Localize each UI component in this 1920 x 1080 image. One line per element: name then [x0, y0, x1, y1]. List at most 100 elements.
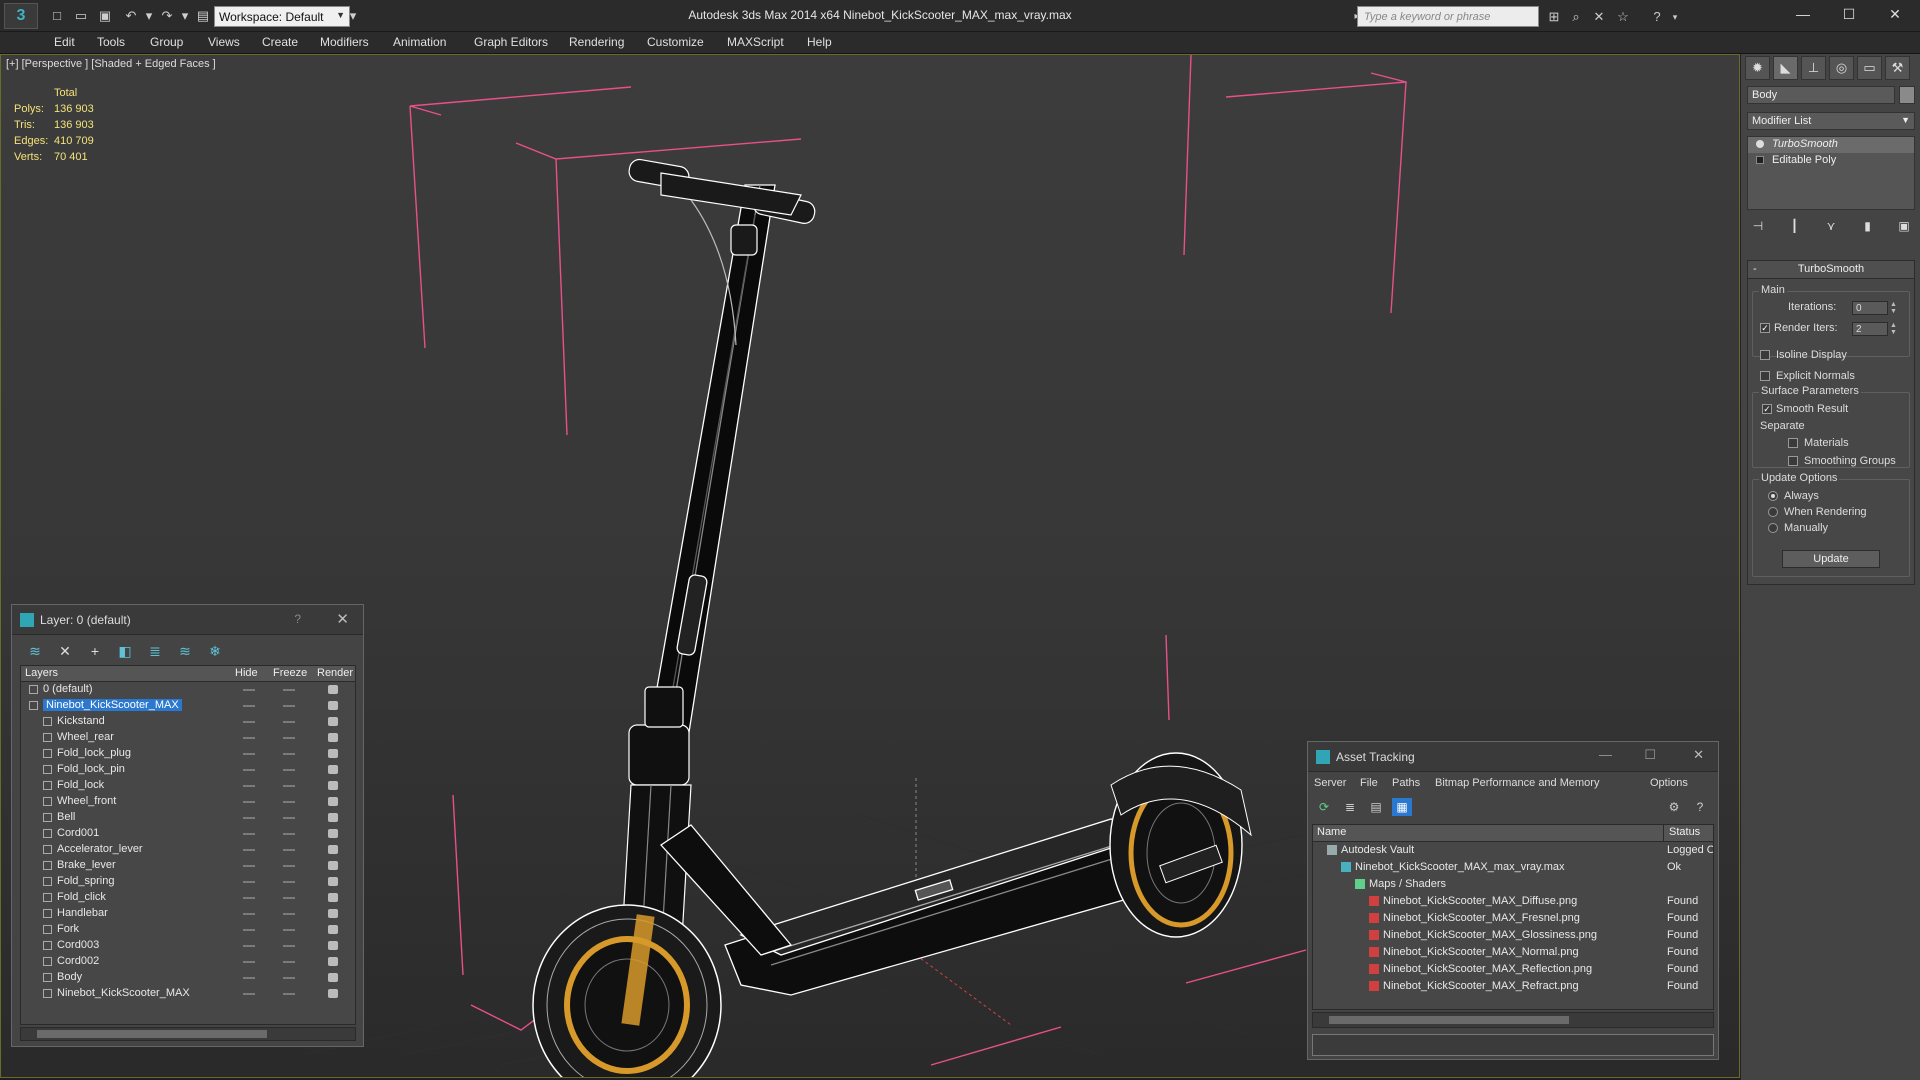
freeze-toggle[interactable]: [283, 689, 295, 691]
menu-graph-editors[interactable]: Graph Editors: [474, 35, 548, 49]
hide-toggle[interactable]: [243, 785, 255, 787]
hide-toggle[interactable]: [243, 881, 255, 883]
asset-menu-paths[interactable]: Paths: [1392, 777, 1420, 789]
render-toggle-icon[interactable]: [328, 733, 338, 742]
pin-stack-icon[interactable]: ⊣: [1747, 216, 1769, 236]
asset-row[interactable]: Ninebot_KickScooter_MAX_Reflection.png Fo…: [1313, 961, 1713, 978]
asset-row[interactable]: Ninebot_KickScooter_MAX_Fresnel.png Found: [1313, 910, 1713, 927]
expand-icon[interactable]: [1756, 156, 1764, 164]
freeze-toggle[interactable]: [283, 881, 295, 883]
render-iters-checkbox[interactable]: ✓: [1760, 323, 1770, 333]
layer-row[interactable]: Fork: [21, 922, 355, 938]
open-file-icon[interactable]: ▭: [72, 7, 90, 25]
isoline-display-checkbox[interactable]: [1760, 350, 1770, 360]
configure-modifier-sets-icon[interactable]: ▣: [1893, 216, 1915, 236]
asset-row[interactable]: Ninebot_KickScooter_MAX_max_vray.max Ok: [1313, 859, 1713, 876]
layer-row[interactable]: Handlebar: [21, 906, 355, 922]
freeze-toggle[interactable]: [283, 929, 295, 931]
manually-radio[interactable]: [1768, 523, 1778, 533]
column-render[interactable]: Render: [317, 667, 353, 679]
layer-row[interactable]: Fold_spring: [21, 874, 355, 890]
render-toggle-icon[interactable]: [328, 685, 338, 694]
render-toggle-icon[interactable]: [328, 845, 338, 854]
new-file-icon[interactable]: □: [48, 7, 66, 25]
layer-row[interactable]: Brake_lever: [21, 858, 355, 874]
refresh-icon[interactable]: ⟳: [1314, 798, 1334, 816]
freeze-toggle[interactable]: [283, 961, 295, 963]
render-toggle-icon[interactable]: [328, 765, 338, 774]
spinner-arrows-icon[interactable]: ▲ ▼: [1890, 301, 1898, 315]
render-toggle-icon[interactable]: [328, 701, 338, 710]
layer-row[interactable]: Fold_lock_plug: [21, 746, 355, 762]
minimize-icon[interactable]: —: [1599, 747, 1612, 762]
undo-icon[interactable]: ↶: [122, 7, 140, 25]
hide-all-layers-icon[interactable]: ≋: [174, 641, 196, 661]
layer-row[interactable]: Kickstand: [21, 714, 355, 730]
subscription-icon[interactable]: ✕: [1590, 8, 1608, 26]
layer-row[interactable]: Cord001: [21, 826, 355, 842]
freeze-all-layers-icon[interactable]: ❄: [204, 641, 226, 661]
layer-row[interactable]: Ninebot_KickScooter_MAX: [21, 698, 355, 714]
hide-toggle[interactable]: [243, 721, 255, 723]
hide-toggle[interactable]: [243, 993, 255, 995]
viewport-label[interactable]: [+] [Perspective ] [Shaded + Edged Faces…: [6, 58, 216, 70]
maximize-icon[interactable]: ☐: [1826, 0, 1872, 28]
help-icon[interactable]: ?: [1690, 798, 1710, 816]
favorites-star-icon[interactable]: ☆: [1614, 8, 1632, 26]
freeze-toggle[interactable]: [283, 721, 295, 723]
app-logo-button[interactable]: 3: [4, 3, 38, 29]
freeze-toggle[interactable]: [283, 993, 295, 995]
layer-row[interactable]: Ninebot_KickScooter_MAX: [21, 986, 355, 1002]
help-icon[interactable]: ?: [294, 612, 301, 626]
rollout-header[interactable]: - TurboSmooth: [1748, 261, 1914, 279]
help-dropdown-icon[interactable]: ▾: [1666, 8, 1684, 26]
render-toggle-icon[interactable]: [328, 877, 338, 886]
show-end-result-icon[interactable]: ┃: [1784, 216, 1806, 236]
utilities-tab-icon[interactable]: ⚒: [1885, 56, 1910, 80]
hide-toggle[interactable]: [243, 705, 255, 707]
render-toggle-icon[interactable]: [328, 941, 338, 950]
save-file-icon[interactable]: ▣: [96, 7, 114, 25]
column-divider[interactable]: [1663, 825, 1664, 842]
add-to-layer-icon[interactable]: +: [84, 641, 106, 661]
asset-menu-bitmap-performance[interactable]: Bitmap Performance and Memory: [1435, 777, 1599, 789]
hide-toggle[interactable]: [243, 737, 255, 739]
asset-row[interactable]: Ninebot_KickScooter_MAX_Refract.png Found: [1313, 978, 1713, 995]
scrollbar-thumb[interactable]: [37, 1030, 267, 1038]
render-toggle-icon[interactable]: [328, 829, 338, 838]
select-objects-icon[interactable]: ◧: [114, 641, 136, 661]
column-name[interactable]: Name: [1317, 826, 1346, 838]
menu-tools[interactable]: Tools: [97, 35, 125, 49]
render-toggle-icon[interactable]: [328, 893, 338, 902]
freeze-toggle[interactable]: [283, 785, 295, 787]
close-icon[interactable]: ✕: [1872, 0, 1918, 28]
asset-row[interactable]: Maps / Shaders: [1313, 876, 1713, 893]
freeze-toggle[interactable]: [283, 705, 295, 707]
materials-checkbox[interactable]: [1788, 438, 1798, 448]
menu-create[interactable]: Create: [262, 35, 298, 49]
asset-row[interactable]: Ninebot_KickScooter_MAX_Diffuse.png Found: [1313, 893, 1713, 910]
hierarchy-tab-icon[interactable]: ⊥: [1801, 56, 1826, 80]
maximize-icon[interactable]: ☐: [1644, 747, 1656, 763]
render-toggle-icon[interactable]: [328, 749, 338, 758]
freeze-toggle[interactable]: [283, 945, 295, 947]
freeze-toggle[interactable]: [283, 817, 295, 819]
column-status[interactable]: Status: [1669, 826, 1700, 838]
motion-tab-icon[interactable]: ◎: [1829, 56, 1854, 80]
always-radio[interactable]: [1768, 491, 1778, 501]
asset-menu-file[interactable]: File: [1360, 777, 1378, 789]
hide-toggle[interactable]: [243, 961, 255, 963]
layer-row[interactable]: Cord002: [21, 954, 355, 970]
remove-modifier-icon[interactable]: ▮: [1857, 216, 1879, 236]
make-unique-icon[interactable]: ⋎: [1820, 216, 1842, 236]
layer-row[interactable]: Accelerator_lever: [21, 842, 355, 858]
freeze-toggle[interactable]: [283, 833, 295, 835]
freeze-toggle[interactable]: [283, 769, 295, 771]
render-toggle-icon[interactable]: [328, 909, 338, 918]
menu-help[interactable]: Help: [807, 35, 832, 49]
explicit-normals-checkbox[interactable]: [1760, 371, 1770, 381]
layer-row[interactable]: Fold_click: [21, 890, 355, 906]
menu-modifiers[interactable]: Modifiers: [320, 35, 369, 49]
undo-dropdown-icon[interactable]: ▾: [140, 7, 158, 25]
table-view-icon[interactable]: ▦: [1392, 798, 1412, 816]
